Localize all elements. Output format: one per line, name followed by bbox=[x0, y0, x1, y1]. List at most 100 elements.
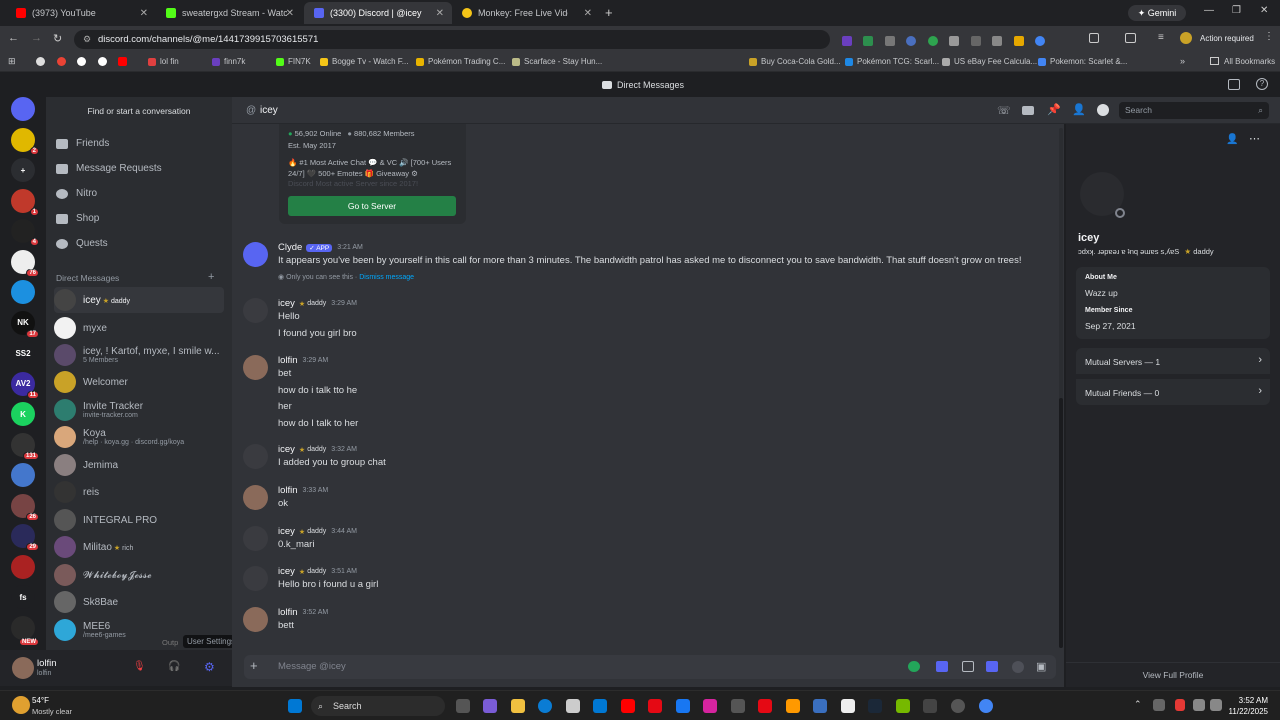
dm-item[interactable]: icey ★ daddy bbox=[54, 287, 224, 313]
message-composer[interactable]: + Message @icey ▣ bbox=[244, 655, 1056, 679]
tab-youtube[interactable]: (3973) YouTube ✕ bbox=[6, 2, 156, 24]
file-explorer-icon[interactable] bbox=[511, 699, 525, 713]
clock-date[interactable]: 11/22/2025 bbox=[1226, 707, 1268, 716]
create-dm-button[interactable]: + bbox=[208, 271, 214, 283]
side-panel-icon[interactable] bbox=[1125, 33, 1136, 43]
extensions-puzzle-icon[interactable] bbox=[1089, 33, 1099, 43]
dismiss-message-link[interactable]: Dismiss message bbox=[359, 274, 414, 281]
taskbar-search[interactable]: ⌕ Search bbox=[311, 696, 445, 716]
avatar[interactable] bbox=[243, 526, 268, 551]
sticker-icon[interactable] bbox=[986, 661, 998, 672]
message-author[interactable]: lolfin bbox=[278, 355, 298, 366]
bookmark-icon[interactable] bbox=[77, 57, 86, 66]
bookmark-icon[interactable] bbox=[36, 57, 45, 66]
avatar[interactable] bbox=[243, 298, 268, 323]
steam-icon[interactable] bbox=[868, 699, 882, 713]
message-author[interactable]: Clyde bbox=[278, 242, 302, 253]
avatar[interactable] bbox=[243, 485, 268, 510]
terminal-icon[interactable] bbox=[923, 699, 937, 713]
add-server-icon[interactable]: + bbox=[11, 158, 35, 182]
bookmark-item[interactable]: Bogge Tv - Watch F... bbox=[320, 57, 408, 66]
amazon-icon[interactable] bbox=[786, 699, 800, 713]
tab-discord[interactable]: (3300) Discord | @icey ✕ bbox=[304, 2, 452, 24]
avatar[interactable] bbox=[243, 444, 268, 469]
avatar[interactable] bbox=[243, 355, 268, 380]
mute-mic-icon[interactable]: 🎙 bbox=[133, 661, 146, 672]
bookmark-item[interactable]: US eBay Fee Calcula... bbox=[942, 57, 1037, 66]
app-launcher-icon[interactable] bbox=[908, 661, 920, 672]
server-icon[interactable]: 4 bbox=[11, 219, 39, 246]
avatar[interactable] bbox=[243, 566, 268, 591]
maximize-icon[interactable]: ❐ bbox=[1232, 5, 1241, 16]
copilot-icon[interactable] bbox=[483, 699, 497, 713]
app-icon[interactable] bbox=[731, 699, 745, 713]
nav-quests[interactable]: Quests bbox=[56, 238, 108, 249]
settings-gear-icon[interactable]: ⚙ bbox=[204, 660, 215, 674]
all-bookmarks-link[interactable]: All Bookmarks bbox=[1224, 57, 1275, 66]
go-to-server-button[interactable]: Go to Server bbox=[288, 196, 456, 216]
minimize-icon[interactable]: — bbox=[1204, 5, 1214, 16]
bookmark-item[interactable]: Pokémon TCG: Scarl... bbox=[845, 57, 939, 66]
profile-avatar[interactable] bbox=[1180, 32, 1192, 44]
emoji-icon[interactable] bbox=[1012, 661, 1024, 673]
view-full-profile-button[interactable]: View Full Profile bbox=[1066, 662, 1280, 687]
extension-icon[interactable] bbox=[1013, 36, 1024, 46]
server-icon[interactable] bbox=[11, 280, 35, 304]
avatar[interactable] bbox=[243, 607, 268, 632]
message-author[interactable]: icey bbox=[278, 298, 295, 309]
clock-time[interactable]: 3:52 AM bbox=[1230, 696, 1268, 705]
gmail-icon[interactable] bbox=[57, 57, 66, 66]
video-call-icon[interactable] bbox=[1022, 106, 1034, 115]
more-bookmarks-icon[interactable]: » bbox=[1180, 56, 1185, 66]
server-icon[interactable] bbox=[11, 554, 35, 579]
tray-icon[interactable] bbox=[1153, 699, 1165, 711]
task-view-icon[interactable] bbox=[456, 699, 470, 713]
new-tab-button[interactable]: + bbox=[605, 5, 613, 20]
message-author[interactable]: icey bbox=[278, 526, 295, 537]
avatar[interactable] bbox=[12, 657, 34, 679]
message-input[interactable]: Message @icey bbox=[278, 661, 346, 672]
more-options-icon[interactable]: ⋯ bbox=[1249, 132, 1260, 145]
server-icon[interactable]: NK 17 bbox=[11, 310, 39, 338]
gift-icon[interactable] bbox=[936, 661, 948, 672]
extension-icon[interactable] bbox=[970, 36, 981, 46]
tab-kick[interactable]: sweatergxd Stream - Watch Live ✕ bbox=[156, 2, 302, 24]
mutual-friends-button[interactable]: Mutual Friends — 0 › bbox=[1076, 379, 1270, 405]
server-icon[interactable]: AV2 11 bbox=[11, 371, 39, 399]
app-icon[interactable] bbox=[813, 699, 827, 713]
tray-chevron-icon[interactable]: ⌃ bbox=[1134, 699, 1142, 710]
server-icon[interactable]: fs bbox=[11, 585, 35, 609]
outlook-icon[interactable] bbox=[593, 699, 607, 713]
mic-icon[interactable] bbox=[1175, 699, 1185, 711]
server-icon[interactable]: NEW bbox=[11, 615, 39, 646]
server-icon[interactable] bbox=[11, 463, 35, 487]
inbox-icon[interactable] bbox=[1228, 79, 1240, 90]
tiktok-icon[interactable] bbox=[841, 699, 855, 713]
bookmark-item[interactable]: Buy Coca-Cola Gold... bbox=[749, 57, 841, 66]
dm-item[interactable]: Jemima bbox=[54, 452, 224, 478]
extension-icon[interactable] bbox=[949, 36, 960, 46]
back-icon[interactable]: ← bbox=[8, 32, 19, 44]
dm-item[interactable]: Militao ★ rich bbox=[54, 534, 224, 560]
bookmark-item[interactable]: lol fin bbox=[148, 57, 179, 66]
action-required-button[interactable]: Action required bbox=[1200, 31, 1266, 46]
chat-scrollbar[interactable] bbox=[1059, 128, 1063, 648]
chrome-icon[interactable] bbox=[979, 699, 993, 713]
youtube-icon[interactable] bbox=[621, 699, 635, 713]
bookmark-item[interactable]: Pokemon: Scarlet &... bbox=[1038, 57, 1127, 66]
pin-icon[interactable]: 📌 bbox=[1047, 103, 1061, 116]
dm-item[interactable]: Koya/help · koya.gg · discord.gg/koya bbox=[54, 424, 224, 450]
netflix-icon[interactable] bbox=[648, 699, 662, 713]
server-icon[interactable]: 2 bbox=[11, 127, 39, 155]
app-icon[interactable] bbox=[758, 699, 772, 713]
close-icon[interactable]: ✕ bbox=[436, 8, 444, 19]
extension-icon[interactable] bbox=[842, 36, 852, 46]
bookmark-item[interactable]: Scarface - Stay Hun... bbox=[512, 57, 602, 66]
bookmark-item[interactable]: Pokémon Trading C... bbox=[416, 57, 505, 66]
nav-message-requests[interactable]: Message Requests bbox=[56, 163, 162, 174]
dm-item[interactable]: Invite Tracker invite-tracker.com bbox=[54, 397, 224, 423]
tab-monkey[interactable]: Monkey: Free Live Video Chat ✕ bbox=[452, 2, 600, 24]
dm-item[interactable]: myxe bbox=[54, 315, 224, 341]
close-icon[interactable]: ✕ bbox=[286, 8, 294, 19]
server-icon[interactable]: 26 bbox=[11, 493, 39, 521]
